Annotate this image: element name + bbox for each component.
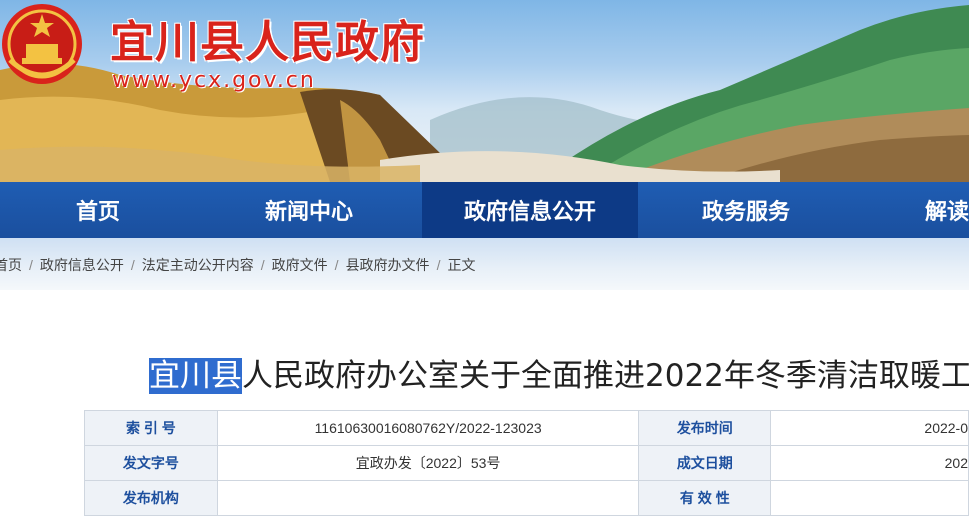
- nav-item-home[interactable]: 首页: [0, 182, 196, 238]
- breadcrumb-separator: /: [130, 257, 135, 273]
- breadcrumb-current: 正文: [447, 257, 476, 273]
- publish-date-value: 2022-0: [770, 410, 969, 446]
- breadcrumb-separator: /: [29, 257, 33, 273]
- breadcrumb-gov-documents[interactable]: 政府文件: [272, 257, 328, 273]
- article-title: 宜川县人民政府办公室关于全面推进2022年冬季清洁取暖工作: [149, 350, 969, 395]
- breadcrumb-legal-disclosure[interactable]: 法定主动公开内容: [142, 257, 254, 273]
- header-banner: 宜川县人民政府 www.ycx.gov.cn: [0, 0, 969, 182]
- site-url: www.ycx.gov.cn: [112, 68, 316, 93]
- breadcrumb-separator: /: [436, 257, 441, 273]
- validity-value: [770, 480, 969, 516]
- table-row: 发布机构 有 效 性: [84, 480, 969, 516]
- breadcrumb: 首页 / 政府信息公开 / 法定主动公开内容 / 政府文件 / 县政府办文件 / 正文: [0, 255, 475, 275]
- written-date-label: 成文日期: [638, 445, 772, 481]
- doc-number-value: 宜政办发〔2022〕53号: [216, 445, 640, 481]
- breadcrumb-county-office-docs[interactable]: 县政府办文件: [346, 257, 430, 273]
- document-info-table: 索 引 号 11610630016080762Y/2022-123023 发布时…: [84, 410, 969, 516]
- publisher-value: [216, 480, 640, 516]
- breadcrumb-home[interactable]: 首页: [0, 257, 22, 273]
- index-number-value: 11610630016080762Y/2022-123023: [216, 410, 640, 446]
- nav-item-gov-info[interactable]: 政府信息公开: [422, 182, 638, 238]
- written-date-value: 202: [770, 445, 969, 481]
- nav-item-news[interactable]: 新闻中心: [196, 182, 422, 238]
- nav-item-services[interactable]: 政务服务: [638, 182, 854, 238]
- main-nav: 首页 新闻中心 政府信息公开 政务服务 解读: [0, 182, 969, 238]
- table-row: 发文字号 宜政办发〔2022〕53号 成文日期 202: [84, 445, 969, 481]
- breadcrumb-separator: /: [334, 257, 339, 273]
- breadcrumb-separator: /: [260, 257, 265, 273]
- title-text[interactable]: 人民政府办公室关于全面推进2022年冬季清洁取暖工作: [242, 358, 969, 394]
- breadcrumb-gov-info[interactable]: 政府信息公开: [40, 257, 124, 273]
- publish-date-label: 发布时间: [638, 410, 772, 446]
- site-title: 宜川县人民政府: [110, 17, 425, 68]
- breadcrumb-bar: 首页 / 政府信息公开 / 法定主动公开内容 / 政府文件 / 县政府办文件 / 正文: [0, 238, 969, 290]
- publisher-label: 发布机构: [84, 480, 218, 516]
- table-row: 索 引 号 11610630016080762Y/2022-123023 发布时…: [84, 410, 969, 446]
- national-emblem-icon: [2, 4, 82, 84]
- nav-item-interpretation[interactable]: 解读: [854, 182, 969, 238]
- index-number-label: 索 引 号: [84, 410, 218, 446]
- title-selected-text[interactable]: 宜川县: [149, 358, 242, 394]
- validity-label: 有 效 性: [638, 480, 772, 516]
- doc-number-label: 发文字号: [84, 445, 218, 481]
